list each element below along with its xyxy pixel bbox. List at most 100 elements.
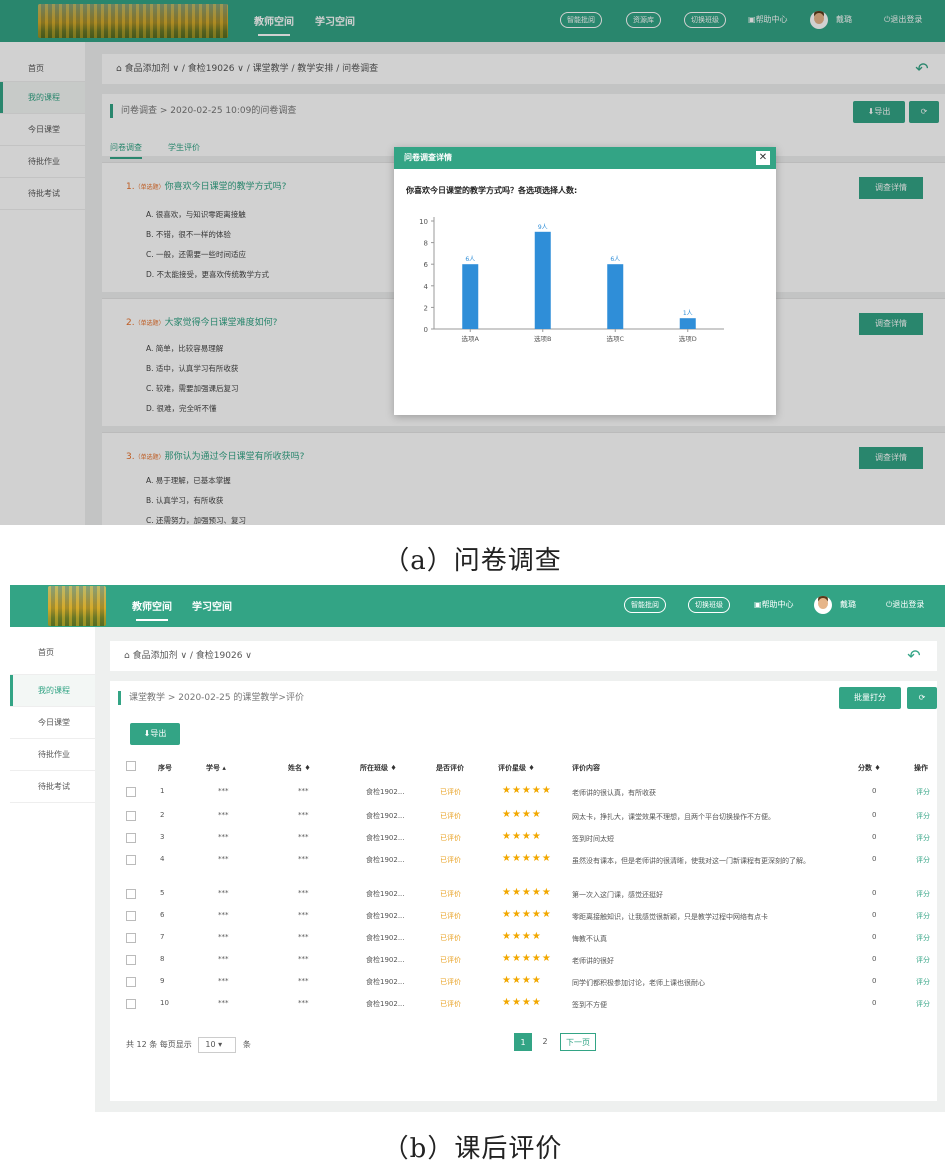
breadcrumb: ⌂ 食品添加剂 ∨ / 食检19026 ∨ ↶ (110, 641, 937, 671)
y-tick-label: 4 (424, 283, 429, 291)
screenshot-questionnaire: 教师空间 学习空间 智能批阅 资源库 切换班级 ▣帮助中心 戴璐 ⏻退出登录 首… (0, 0, 945, 525)
data-label: 6人 (610, 256, 620, 263)
close-icon[interactable]: ✕ (756, 151, 770, 165)
pagination-info: 共 12 条 每页显示 10 ▾ 条 (126, 1037, 251, 1053)
score-link[interactable]: 评分 (916, 855, 930, 865)
nav-learning-space[interactable]: 学习空间 (192, 598, 232, 613)
score-link[interactable]: 评分 (916, 833, 930, 843)
student-id: *** (218, 787, 229, 795)
table-row: 10 *** *** 食检1902... 已评价 ★★★★ 签到不方便 0 评分 (110, 997, 937, 1019)
score-link[interactable]: 评分 (916, 977, 930, 987)
back-icon[interactable]: ↶ (905, 647, 923, 665)
student-name: *** (298, 955, 309, 963)
row-checkbox[interactable] (126, 889, 136, 899)
score-value: 0 (872, 811, 877, 819)
sidebar-item-homework[interactable]: 待批作业 (10, 739, 95, 771)
smart-grading-button[interactable]: 智能批阅 (624, 597, 666, 613)
refresh-icon: ⟳ (918, 693, 926, 702)
star-rating: ★★★★ (502, 809, 542, 820)
row-checkbox[interactable] (126, 833, 136, 843)
next-page-button[interactable]: 下一页 (560, 1033, 596, 1051)
score-link[interactable]: 评分 (916, 811, 930, 821)
modal-title: 问卷调查详情 (394, 147, 776, 169)
score-link[interactable]: 评分 (916, 889, 930, 899)
row-number: 6 (160, 911, 165, 919)
avatar[interactable] (814, 596, 832, 614)
score-link[interactable]: 评分 (916, 999, 930, 1009)
help-icon: ▣ (754, 600, 762, 609)
score-value: 0 (872, 787, 877, 795)
row-checkbox[interactable] (126, 911, 136, 921)
table-row: 1 *** *** 食检1902... 已评价 ★★★★★ 老师讲的很认真，有所收获 0 评分 (110, 785, 937, 807)
modal-question: 你喜欢今日课堂的教学方式吗？各选项选择人数: (406, 186, 578, 195)
breadcrumb-text[interactable]: 食品添加剂 ∨ / 食检19026 ∨ (133, 651, 252, 661)
help-center-link[interactable]: ▣帮助中心 (754, 599, 794, 610)
star-rating: ★★★★★ (502, 953, 552, 964)
sidebar-item-home[interactable]: 首页 (10, 627, 95, 675)
student-id: *** (218, 833, 229, 841)
page-size-select[interactable]: 10 ▾ (198, 1037, 237, 1053)
score-value: 0 (872, 889, 877, 897)
student-name: *** (298, 833, 309, 841)
switch-class-button[interactable]: 切换班级 (688, 597, 730, 613)
row-number: 7 (160, 933, 165, 941)
page-size-unit: 条 (242, 1040, 251, 1049)
header-action: 操作 (914, 764, 928, 772)
star-rating: ★★★★★ (502, 853, 552, 864)
class-name: 食检1902... (366, 956, 405, 964)
screenshot-evaluation: 教师空间 学习空间 智能批阅 切换班级 ▣帮助中心 戴璐 ⏻退出登录 首页 我的… (10, 585, 945, 1112)
score-value: 0 (872, 977, 877, 985)
evaluation-content: 同学们都积极参加讨论，老师上课也很耐心 (572, 979, 705, 987)
home-icon[interactable]: ⌂ (124, 651, 130, 661)
evaluation-status: 已评价 (440, 1000, 461, 1008)
header-stars[interactable]: 评价星级 ♦ (498, 763, 535, 773)
select-all-checkbox[interactable] (126, 761, 136, 771)
row-number: 1 (160, 787, 165, 795)
score-link[interactable]: 评分 (916, 933, 930, 943)
nav-teacher-space[interactable]: 教师空间 (132, 598, 172, 621)
sidebar-item-my-courses[interactable]: 我的课程 (10, 675, 95, 707)
row-checkbox[interactable] (126, 933, 136, 943)
header-student-id[interactable]: 学号 ▴ (206, 763, 226, 773)
evaluation-content: 签到时间太短 (572, 835, 614, 843)
y-tick-label: 2 (424, 304, 428, 312)
student-name: *** (298, 911, 309, 919)
row-checkbox[interactable] (126, 787, 136, 797)
header-no: 序号 (158, 764, 172, 772)
row-number: 3 (160, 833, 165, 841)
header-name[interactable]: 姓名 ♦ (288, 763, 311, 773)
score-link[interactable]: 评分 (916, 911, 930, 921)
header-score[interactable]: 分数 ♦ (858, 763, 881, 773)
row-checkbox[interactable] (126, 855, 136, 865)
refresh-button[interactable]: ⟳ (907, 687, 937, 709)
evaluation-content: 虽然没有课本，但是老师讲的很清晰，使我对这一门新课程有更深刻的了解。 (572, 857, 810, 865)
batch-score-button[interactable]: 批量打分 (839, 687, 901, 709)
score-value: 0 (872, 933, 877, 941)
y-tick-label: 0 (424, 326, 428, 334)
header-class[interactable]: 所在班级 ♦ (360, 763, 397, 773)
user-name[interactable]: 戴璐 (840, 599, 856, 610)
table-row: 6 *** *** 食检1902... 已评价 ★★★★★ 零距离接触知识，让我感觉很新颖，… (110, 909, 937, 931)
row-checkbox[interactable] (126, 977, 136, 987)
sidebar-item-today-class[interactable]: 今日课堂 (10, 707, 95, 739)
score-link[interactable]: 评分 (916, 787, 930, 797)
star-rating: ★★★★★ (502, 909, 552, 920)
row-checkbox[interactable] (126, 999, 136, 1009)
evaluation-status: 已评价 (440, 788, 461, 796)
export-button[interactable]: ⬇导出 (130, 723, 180, 745)
bar (607, 264, 624, 329)
evaluation-content: 老师讲的很好 (572, 957, 614, 965)
page-button-1[interactable]: 1 (514, 1033, 532, 1051)
row-checkbox[interactable] (126, 955, 136, 965)
star-rating: ★★★★ (502, 931, 542, 942)
score-link[interactable]: 评分 (916, 955, 930, 965)
page-button-2[interactable]: 2 (536, 1033, 554, 1051)
evaluation-content: 第一次入这门课，感觉还挺好 (572, 891, 663, 899)
row-checkbox[interactable] (126, 811, 136, 821)
bar (462, 264, 479, 329)
class-name: 食检1902... (366, 1000, 405, 1008)
logout-link[interactable]: ⏻退出登录 (886, 599, 924, 610)
sidebar-item-exams[interactable]: 待批考试 (10, 771, 95, 803)
star-rating: ★★★★★ (502, 887, 552, 898)
export-label: 导出 (150, 729, 167, 738)
